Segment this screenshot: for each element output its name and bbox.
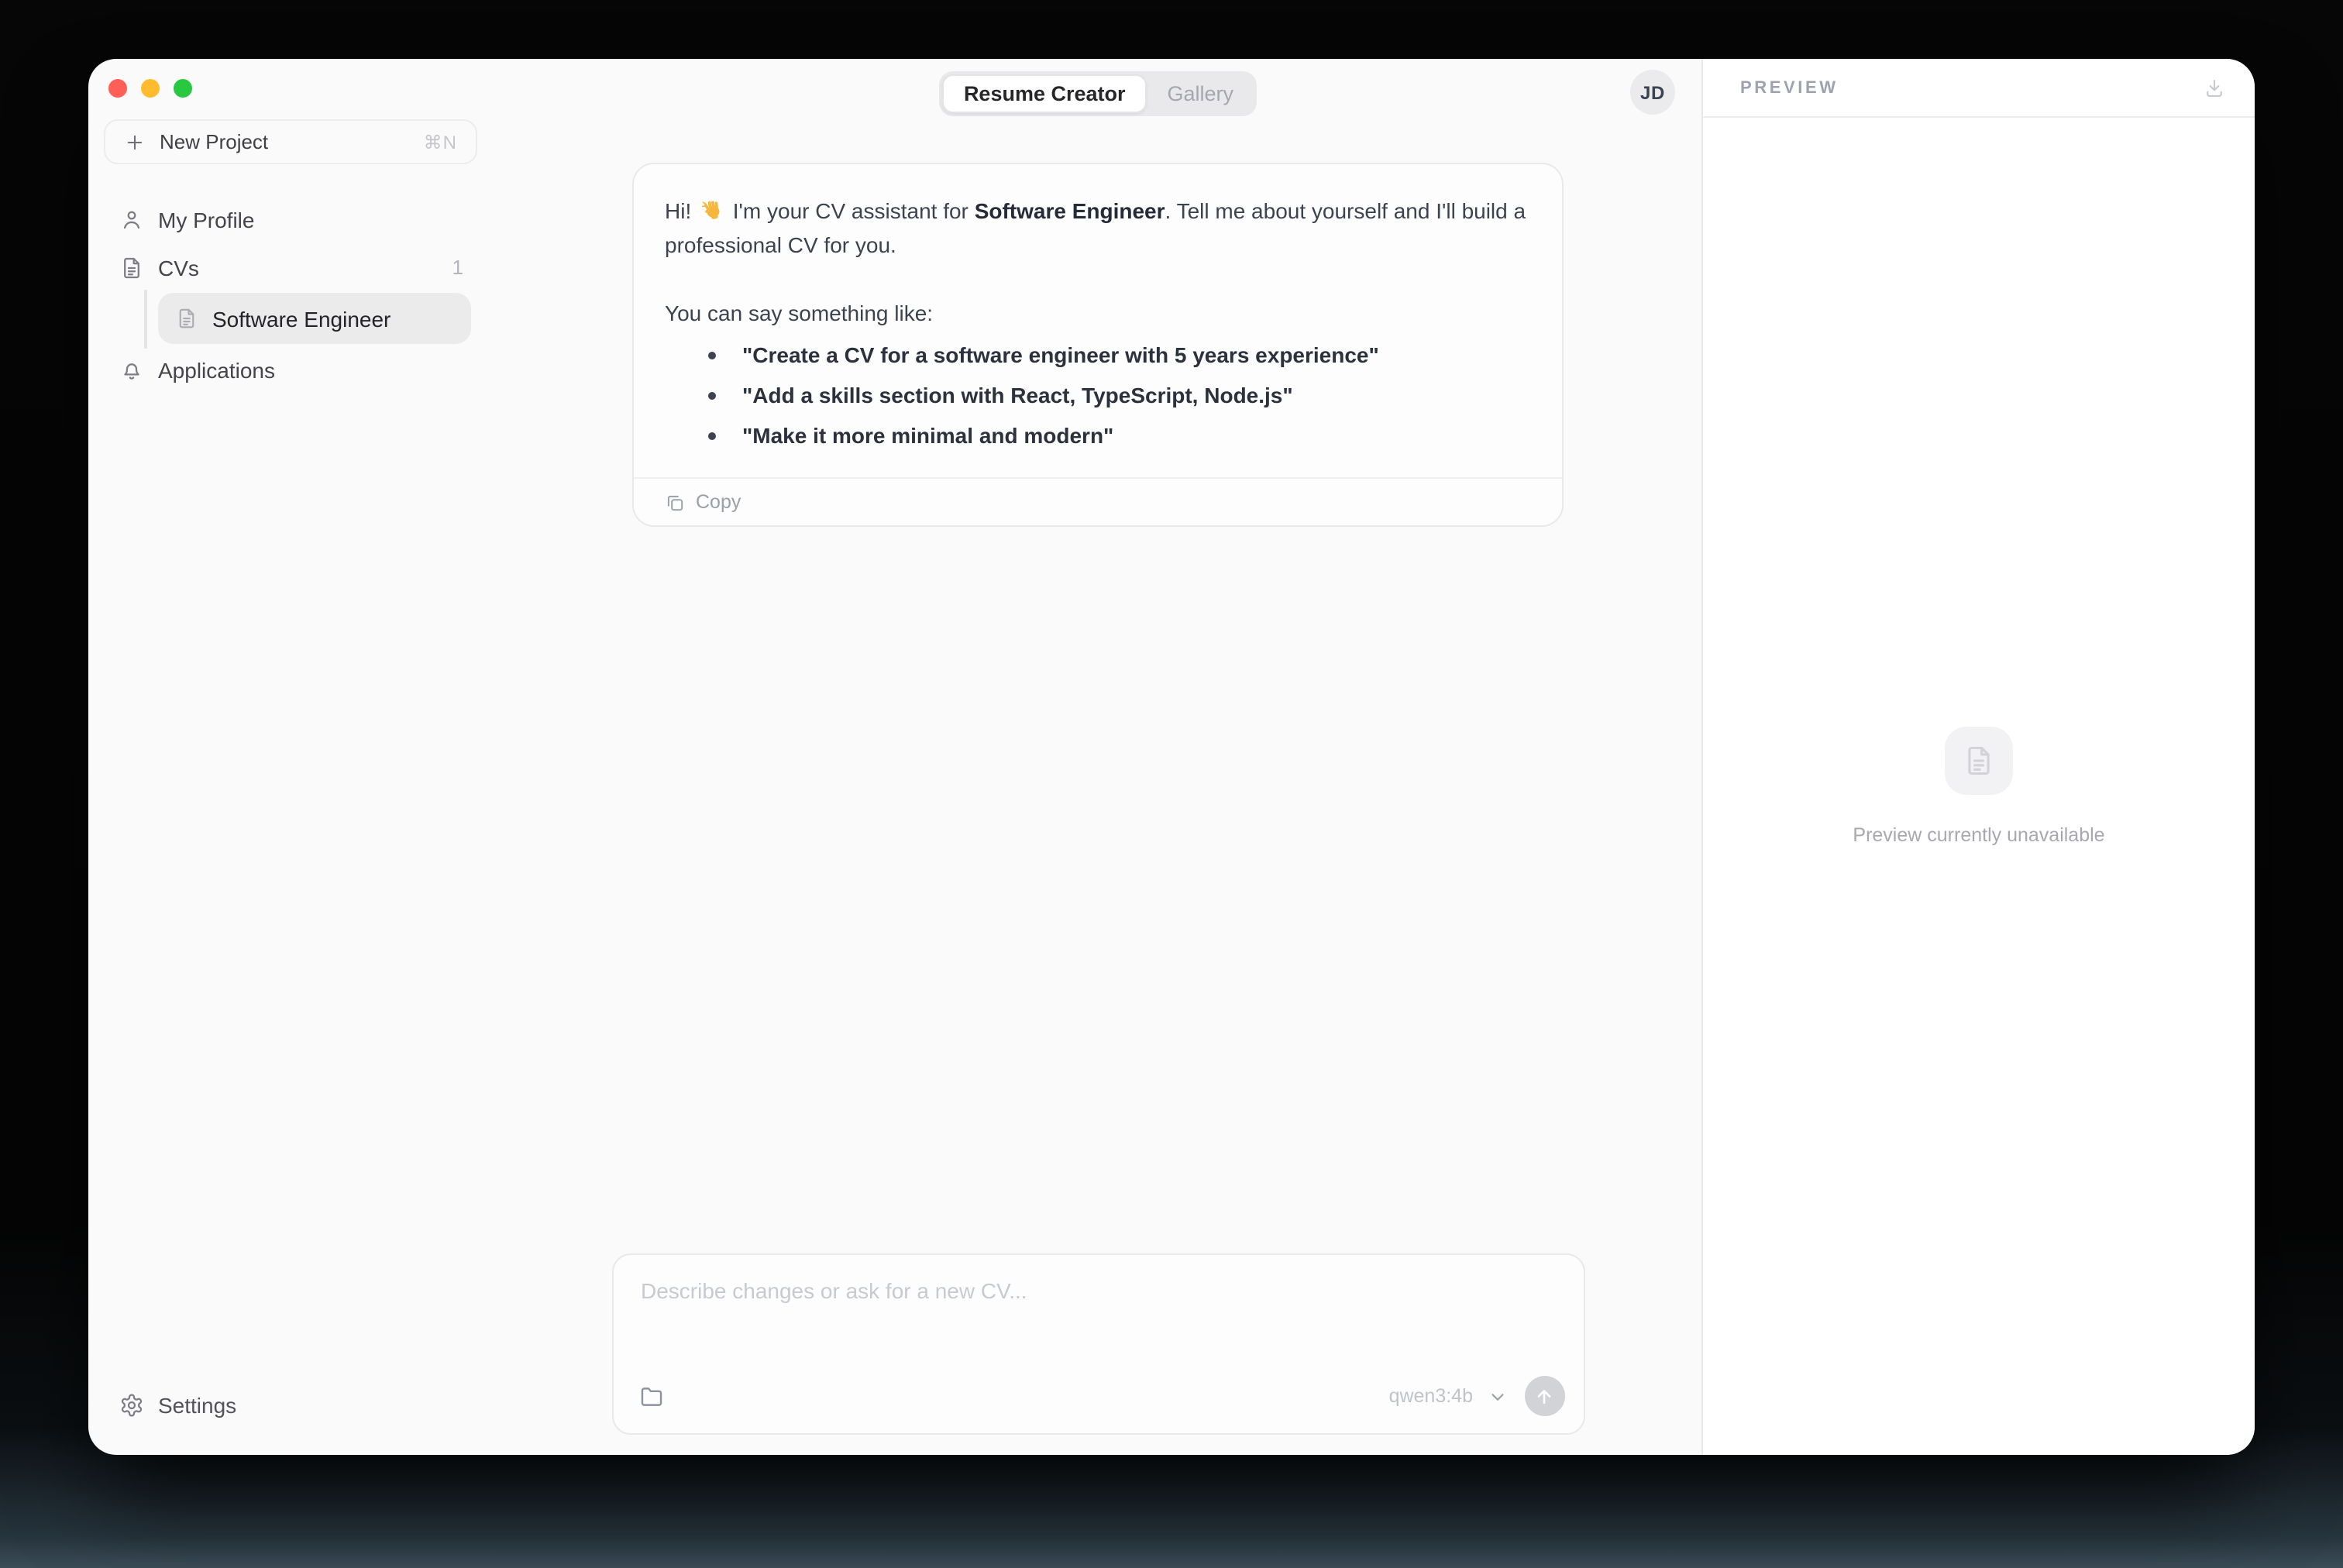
preview-body: Preview currently unavailable [1703, 118, 2255, 1455]
suggestion-item: "Create a CV for a software engineer wit… [705, 338, 1531, 372]
sidebar-item-label: Software Engineer [212, 306, 391, 331]
app-window: New Project ⌘N My Profile CVs 1 Software… [88, 59, 2255, 1455]
sidebar-nav: My Profile CVs 1 Software Engineer Appli… [104, 195, 479, 394]
download-button[interactable] [2204, 77, 2225, 98]
main-area: Resume Creator Gallery JD Hi! I'm your C… [494, 59, 1701, 1455]
cvs-sublist: Software Engineer [104, 290, 479, 349]
plus-icon [124, 131, 146, 153]
assistant-message-body: Hi! I'm your CV assistant for Software E… [634, 164, 1562, 477]
screen: New Project ⌘N My Profile CVs 1 Software… [0, 0, 2343, 1568]
suggestion-item: "Make it more minimal and modern" [705, 418, 1531, 452]
tab-gallery[interactable]: Gallery [1147, 74, 1254, 113]
send-button[interactable] [1524, 1376, 1564, 1416]
copy-label: Copy [696, 491, 741, 513]
chevron-down-icon [1487, 1386, 1507, 1406]
composer-toolbar: qwen3:4b [613, 1376, 1583, 1433]
file-icon [175, 307, 198, 330]
preview-title: PREVIEW [1740, 78, 1839, 97]
sidebar-item-label: Applications [158, 357, 275, 382]
sidebar-item-cvs[interactable]: CVs 1 [104, 243, 479, 291]
chat-area: Hi! I'm your CV assistant for Software E… [494, 146, 1701, 1253]
new-project-shortcut: ⌘N [423, 131, 457, 153]
gear-icon [119, 1393, 144, 1418]
composer-actions: qwen3:4b [1389, 1376, 1564, 1416]
preview-header: PREVIEW [1703, 59, 2255, 118]
copy-icon [665, 492, 685, 512]
arrow-up-icon [1534, 1386, 1554, 1406]
sidebar-item-settings[interactable]: Settings [104, 1382, 479, 1429]
zoom-button[interactable] [174, 79, 192, 98]
minimize-button[interactable] [141, 79, 160, 98]
settings-label: Settings [158, 1393, 237, 1418]
download-icon [2204, 77, 2225, 98]
model-label: qwen3:4b [1388, 1385, 1473, 1407]
composer-input[interactable] [613, 1255, 1583, 1376]
suggestion-item: "Add a skills section with React, TypeSc… [705, 378, 1531, 412]
composer: qwen3:4b [611, 1253, 1584, 1435]
preview-panel: PREVIEW Preview currently unavailable [1701, 59, 2255, 1455]
role-name: Software Engineer [974, 198, 1165, 223]
sidebar-item-my-profile[interactable]: My Profile [104, 195, 479, 243]
copy-button[interactable]: Copy [665, 491, 741, 513]
new-project-button[interactable]: New Project ⌘N [104, 119, 477, 164]
sidebar-item-label: CVs [158, 255, 199, 280]
attach-file-button[interactable] [638, 1383, 664, 1409]
sidebar-item-software-engineer[interactable]: Software Engineer [158, 293, 471, 344]
view-switcher: Resume Creator Gallery [938, 71, 1258, 116]
indent-guide [144, 290, 146, 349]
sidebar: New Project ⌘N My Profile CVs 1 Software… [88, 59, 494, 1455]
preview-placeholder-tile [1945, 727, 2013, 795]
folder-icon [638, 1383, 664, 1409]
sidebar-item-label: My Profile [158, 207, 255, 232]
document-icon [1962, 744, 1996, 778]
main-header: Resume Creator Gallery JD [494, 59, 1701, 146]
greeting-text: Hi! I'm your CV assistant for Software E… [665, 198, 1526, 257]
close-button[interactable] [108, 79, 127, 98]
suggestion-list: "Create a CV for a software engineer wit… [705, 338, 1531, 452]
tab-resume-creator[interactable]: Resume Creator [941, 74, 1147, 113]
new-project-label: New Project [160, 130, 269, 153]
sidebar-item-applications[interactable]: Applications [104, 346, 479, 394]
traffic-lights [108, 79, 192, 98]
user-icon [119, 207, 144, 232]
file-icon [119, 255, 144, 280]
message-footer: Copy [634, 477, 1562, 525]
waving-hand-icon [700, 198, 724, 222]
cvs-count-badge: 1 [452, 256, 463, 279]
bell-icon [119, 357, 144, 382]
suggestion-intro: You can say something like: [665, 301, 934, 325]
assistant-message: Hi! I'm your CV assistant for Software E… [632, 163, 1564, 527]
model-selector[interactable]: qwen3:4b [1389, 1385, 1507, 1407]
avatar[interactable]: JD [1630, 70, 1675, 115]
preview-empty-message: Preview currently unavailable [1853, 824, 2105, 846]
